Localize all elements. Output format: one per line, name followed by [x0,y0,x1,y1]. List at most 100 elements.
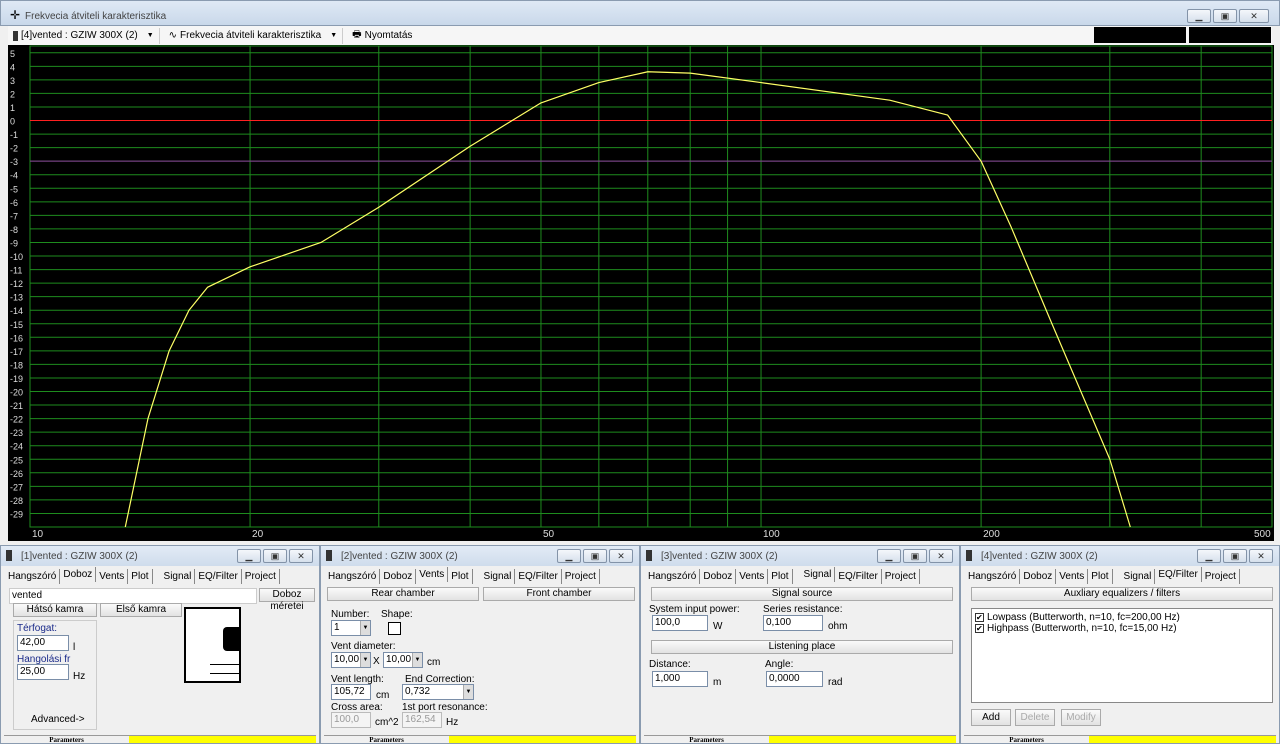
x-tick-label: 200 [983,529,1000,540]
checkbox-checked-icon[interactable]: ✔ [975,624,984,633]
y-tick-label: -19 [10,374,23,384]
tab-doboz[interactable]: Doboz [380,569,417,584]
tab-signal[interactable]: Signal [161,569,196,584]
modify-button[interactable]: Modify [1061,709,1101,726]
box-size-button[interactable]: Doboz méretei [259,588,315,612]
signal-source-header[interactable]: Signal source [651,587,953,601]
parameters-tab[interactable]: Parameters [324,736,449,744]
y-tick-label: -9 [10,238,18,248]
advanced-link[interactable]: Advanced-> [31,714,85,725]
close-button[interactable]: ✕ [1239,9,1269,23]
crosshair-icon: ✛ [10,8,21,22]
tab-project[interactable]: Project [882,569,920,584]
end-correction-select[interactable]: 0,732 ▼ [402,684,474,700]
print-button[interactable]: 🖶 Nyomtatás [347,28,417,44]
close-button[interactable]: ✕ [289,549,313,563]
tab-signal[interactable]: Signal [800,567,836,582]
tab-signal[interactable]: Signal [481,569,516,584]
aux-filters-header[interactable]: Auxliary equalizers / filters [971,587,1273,601]
close-button[interactable]: ✕ [929,549,953,563]
tab-vents[interactable]: Vents [1056,569,1089,584]
filter-item[interactable]: ✔ Highpass (Butterworth, n=10, fc=15,00 H… [975,623,1269,634]
x-tick-label: 20 [252,529,264,540]
y-tick-label: -21 [10,401,23,411]
parameters-tab[interactable]: Parameters [4,736,129,744]
tuning-input[interactable]: 25,00 [17,664,69,680]
rear-chamber-button[interactable]: Rear chamber [327,587,479,601]
tab-eqfilter[interactable]: EQ/Filter [835,569,882,584]
maximize-button[interactable]: ▣ [1213,9,1237,23]
speaker-icon [13,30,18,41]
filter-item[interactable]: ✔ Lowpass (Butterworth, n=10, fc=200,00 H… [975,612,1269,623]
speaker-icon [966,550,972,561]
tab-doboz[interactable]: Doboz [700,569,737,584]
minimize-button[interactable]: ▁ [237,549,261,563]
close-button[interactable]: ✕ [609,549,633,563]
checkbox-checked-icon[interactable]: ✔ [975,613,984,622]
angle-input[interactable]: 0,0000 [766,671,823,687]
panel-signal: [3]vented : GZIW 300X (2) ▁ ▣ ✕ Hangszóró D… [640,545,960,744]
tab-hangszr[interactable]: Hangszóró [965,569,1021,584]
rear-chamber-button[interactable]: Hátsó kamra [13,603,97,617]
filter-list: ✔ Lowpass (Butterworth, n=10, fc=200,00 H… [971,608,1273,703]
delete-button[interactable]: Delete [1015,709,1055,726]
shape-label: Shape: [381,609,413,620]
maximize-button[interactable]: ▣ [903,549,927,563]
input-power-input[interactable]: 100,0 [652,615,708,631]
minimize-button[interactable]: ▁ [557,549,581,563]
y-tick-label: -11 [10,266,22,276]
panel-title: [4]vented : GZIW 300X (2) [981,551,1098,562]
project-dropdown[interactable]: [4]vented : GZIW 300X (2) ▼ [8,27,160,44]
tab-project[interactable]: Project [242,569,280,584]
maximize-button[interactable]: ▣ [583,549,607,563]
tab-vents[interactable]: Vents [736,569,769,584]
cross-area-unit: cm^2 [375,717,399,728]
shape-square-button[interactable] [388,622,401,635]
front-chamber-button[interactable]: Első kamra [100,603,182,617]
tab-signal[interactable]: Signal [1121,569,1156,584]
volume-input[interactable]: 42,00 [17,635,69,651]
wave-icon: ∿ [168,30,178,41]
tab-eqfilter[interactable]: EQ/Filter [195,569,242,584]
series-resistance-input[interactable]: 0,100 [763,615,823,631]
tab-hangszr[interactable]: Hangszóró [5,569,61,584]
tab-plot[interactable]: Plot [448,569,473,584]
tab-plot[interactable]: Plot [128,569,153,584]
minimize-button[interactable]: ▁ [877,549,901,563]
tab-vents[interactable]: Vents [96,569,129,584]
minimize-button[interactable]: ▁ [1187,9,1211,23]
number-select[interactable]: 1 ▼ [331,620,371,636]
tab-eqfilter[interactable]: EQ/Filter [1155,567,1202,582]
tab-project[interactable]: Project [562,569,600,584]
tab-vents[interactable]: Vents [416,567,449,582]
distance-input[interactable]: 1,000 [652,671,708,687]
y-tick-label: 1 [10,103,15,113]
add-button[interactable]: Add [971,709,1011,726]
y-tick-label: -13 [10,293,23,303]
close-button[interactable]: ✕ [1249,549,1273,563]
minimize-button[interactable]: ▁ [1197,549,1221,563]
tab-plot[interactable]: Plot [1088,569,1113,584]
front-chamber-button[interactable]: Front chamber [483,587,635,601]
tab-project[interactable]: Project [1202,569,1240,584]
tab-eqfilter[interactable]: EQ/Filter [515,569,562,584]
box-name-input[interactable]: vented [9,588,257,604]
plot-type-dropdown[interactable]: ∿ Frekvecia átviteli karakterisztika ▼ [164,27,344,44]
listening-place-header[interactable]: Listening place [651,640,953,654]
input-power-unit: W [713,621,723,632]
vent-diameter-2-select[interactable]: 10,00 ▼ [383,652,423,668]
vent-diameter-1-select[interactable]: 10,00 ▼ [331,652,371,668]
tab-hangszr[interactable]: Hangszóró [325,569,381,584]
tab-hangszr[interactable]: Hangszóró [645,569,701,584]
parameters-tab[interactable]: Parameters [964,736,1089,744]
parameters-tab[interactable]: Parameters [644,736,769,744]
maximize-button[interactable]: ▣ [263,549,287,563]
tab-plot[interactable]: Plot [768,569,793,584]
maximize-button[interactable]: ▣ [1223,549,1247,563]
tab-doboz[interactable]: Doboz [1020,569,1057,584]
tab-doboz[interactable]: Doboz [60,567,97,582]
vent-length-input[interactable]: 105,72 [331,684,371,700]
distance-unit: m [713,677,722,688]
x-tick-label: 10 [32,529,44,540]
y-tick-label: -2 [10,144,18,154]
